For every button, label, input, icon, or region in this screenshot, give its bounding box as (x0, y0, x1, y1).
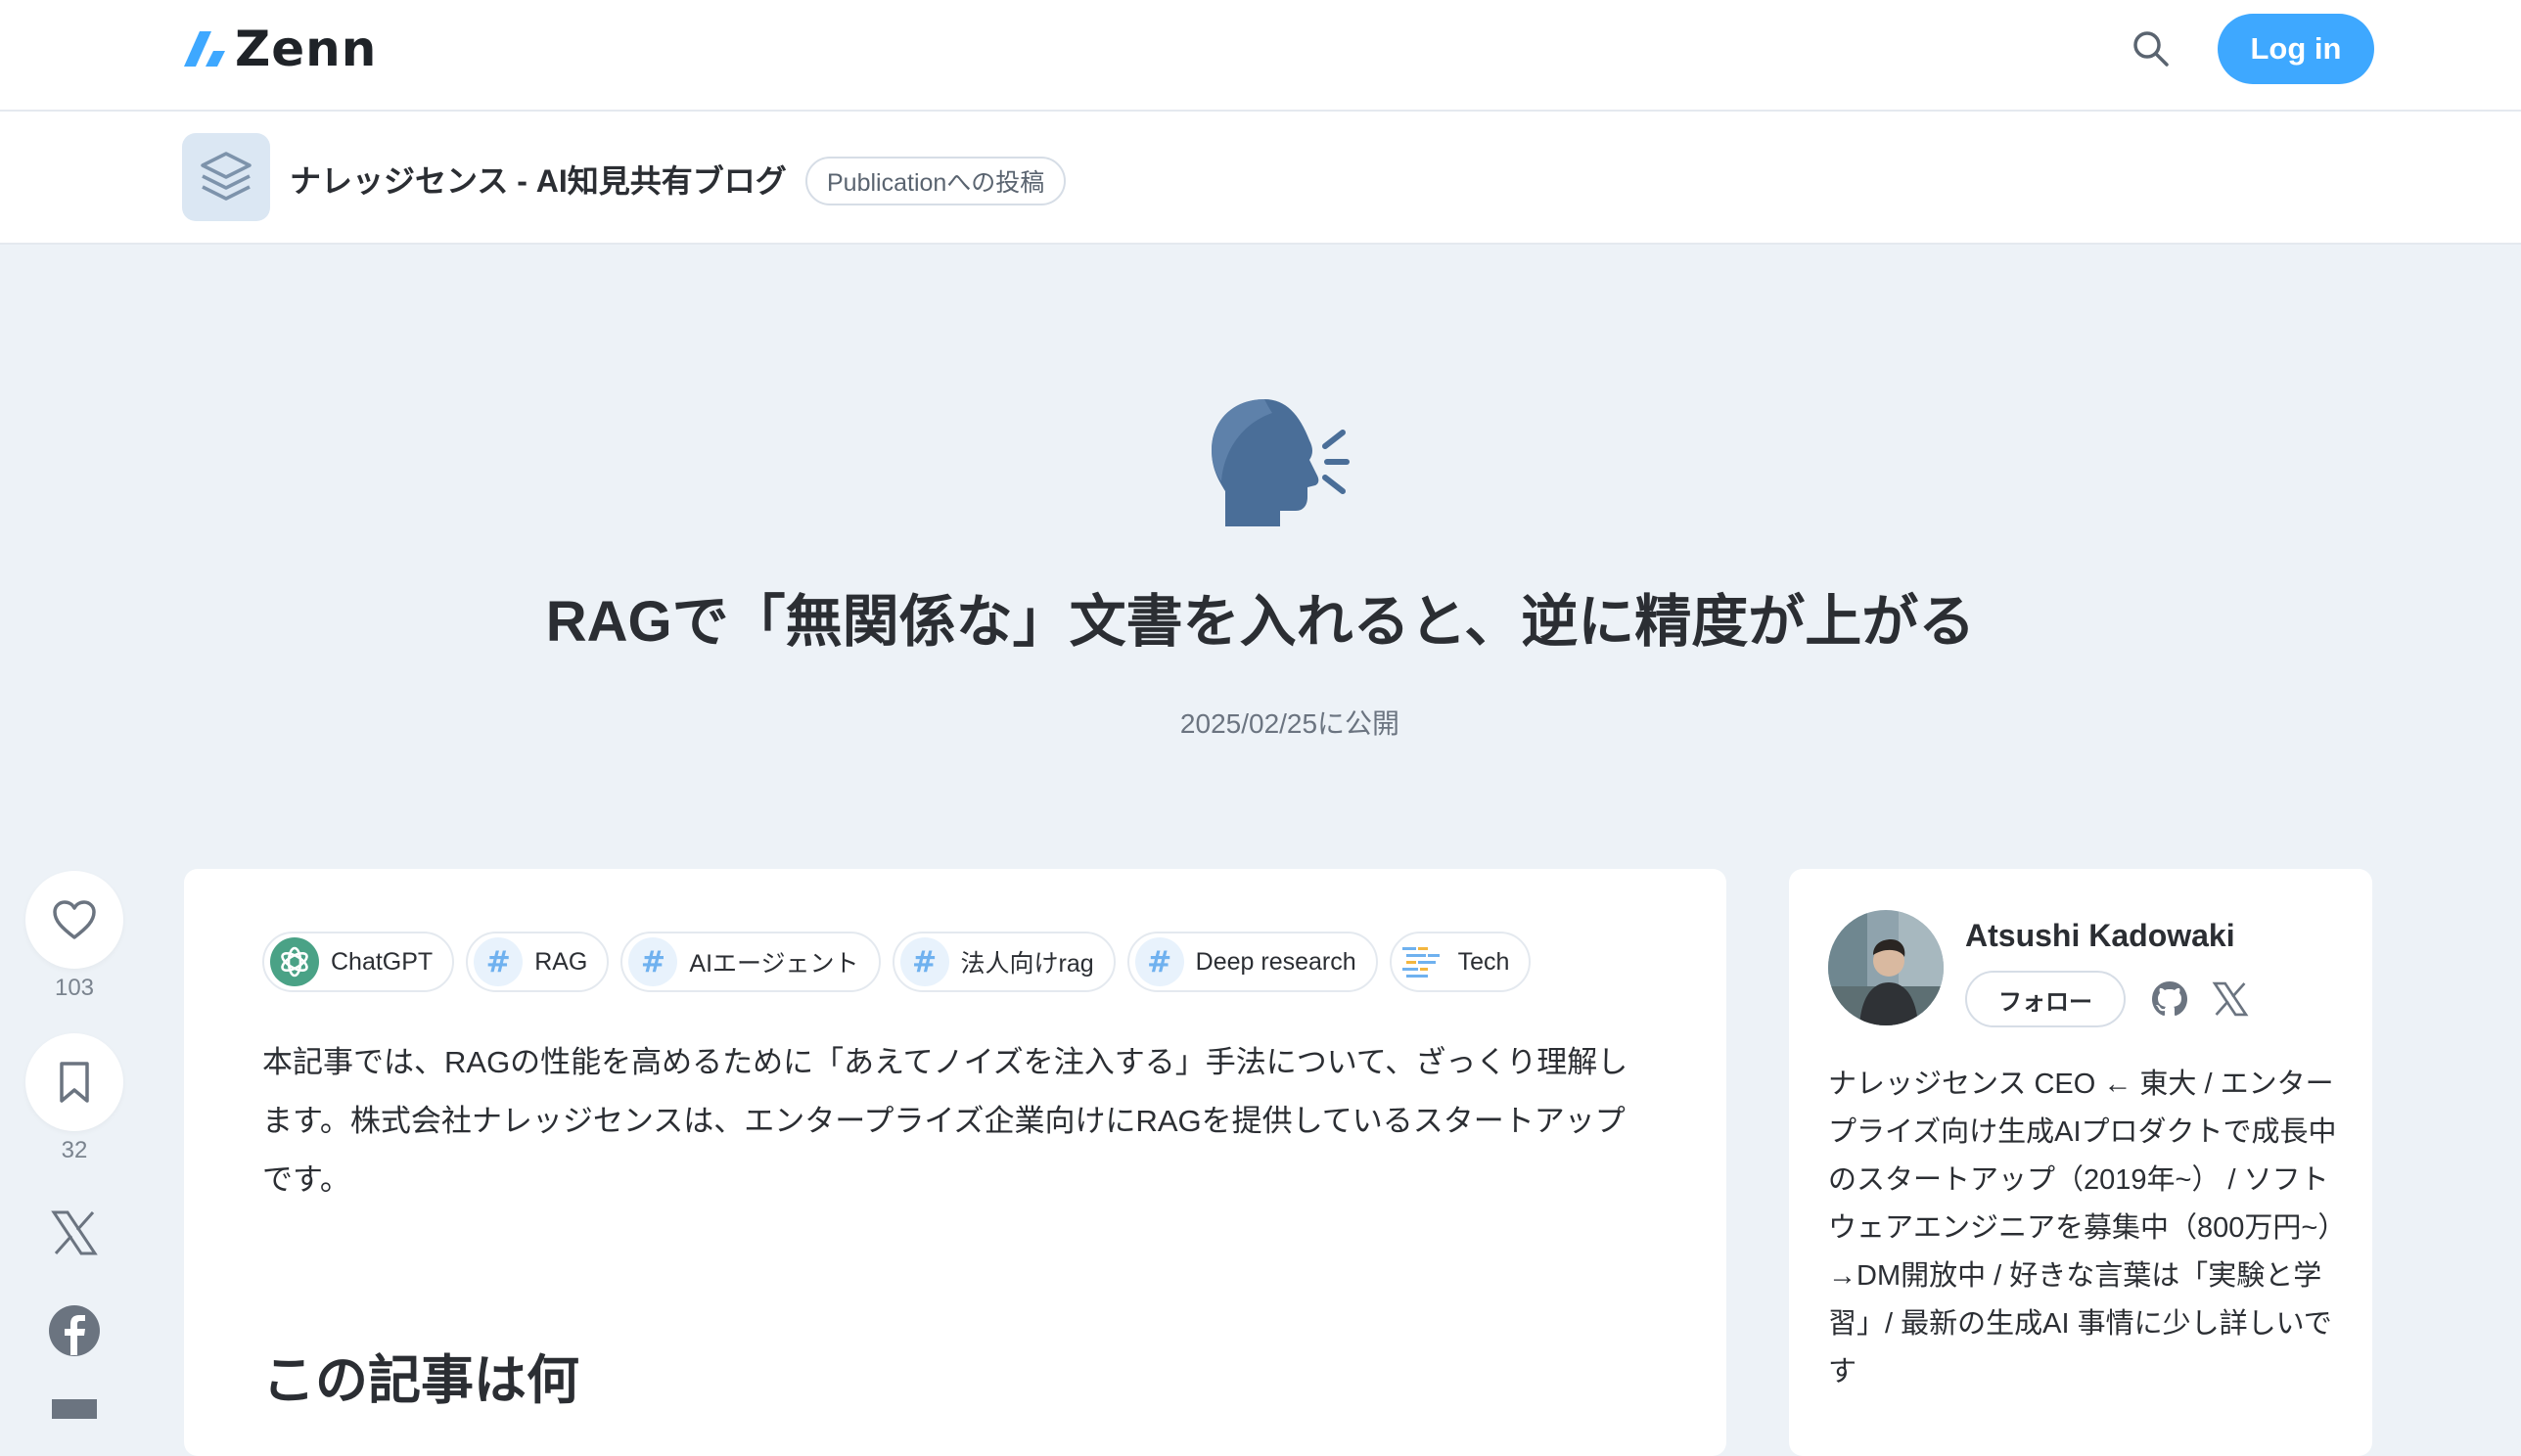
facebook-icon (49, 1305, 100, 1356)
author-bio: ナレッジセンス CEO ← 東大 / エンタープライズ向け生成AIプロダクトで成… (1828, 1069, 2347, 1388)
hash-icon: # (1134, 937, 1184, 986)
author-card: Atsushi Kadowaki フォロー ナレッジセンス CEO ← 東大 /… (1789, 869, 2372, 1456)
share-x-button[interactable] (45, 1204, 104, 1262)
zenn-logo-icon (184, 31, 225, 67)
article-body: ChatGPT # RAG # AIエージェント # 法人向けrag # Dee… (184, 869, 1726, 1456)
logo-text: Zenn (235, 21, 378, 77)
stacked-layers-icon (201, 152, 252, 201)
x-icon (2212, 981, 2249, 1017)
follow-button[interactable]: フォロー (1965, 971, 2126, 1027)
hash-icon: # (899, 937, 949, 986)
tag-deep-research[interactable]: # Deep research (1126, 932, 1378, 992)
tag-label: 法人向けrag (960, 950, 1094, 978)
publication-avatar[interactable] (182, 133, 270, 221)
bookmark-count: 32 (61, 1137, 88, 1163)
tag-label: ChatGPT (331, 947, 434, 976)
bookmark-button[interactable] (25, 1033, 123, 1131)
publication-badge: Publicationへの投稿 (805, 157, 1067, 205)
share-facebook-button[interactable] (45, 1301, 104, 1360)
tag-label: AIエージェント (689, 950, 859, 978)
zenn-logo[interactable]: Zenn (182, 21, 378, 77)
published-date: 2025/02/25に公開 (1179, 708, 1400, 739)
bookmark-icon (60, 1062, 89, 1103)
article-lead: 本記事では、RAGの性能を高めるために「あえてノイズを注入する」手法について、ざ… (262, 1045, 1628, 1197)
speaking-head-icon (1204, 395, 1351, 528)
tag-label: Tech (1457, 947, 1510, 976)
author-name[interactable]: Atsushi Kadowaki (1965, 918, 2235, 954)
like-count: 103 (54, 975, 95, 1001)
tag-ai-agent[interactable]: # AIエージェント (620, 932, 881, 992)
like-button[interactable] (25, 871, 123, 969)
avatar[interactable] (1828, 910, 1944, 1025)
tag-rag[interactable]: # RAG (466, 932, 610, 992)
hatena-icon (52, 1399, 97, 1419)
section-heading: この記事は何 (262, 1351, 579, 1410)
top-navbar: Zenn Log in (0, 0, 2521, 112)
tag-chatgpt[interactable]: ChatGPT (262, 932, 455, 992)
publication-bar: ナレッジセンス - AI知見共有ブログ Publicationへの投稿 (0, 112, 2521, 245)
search-button[interactable] (2130, 27, 2173, 70)
tech-icon (1398, 937, 1446, 986)
hash-icon: # (628, 937, 678, 986)
x-icon (51, 1210, 98, 1255)
hash-icon: # (474, 937, 524, 986)
publication-name[interactable]: ナレッジセンス - AI知見共有ブログ (290, 157, 787, 202)
tag-enterprise-rag[interactable]: # 法人向けrag (892, 932, 1116, 992)
heart-icon (53, 900, 96, 939)
tag-list: ChatGPT # RAG # AIエージェント # 法人向けrag # Dee… (262, 932, 1532, 992)
tag-tech[interactable]: Tech (1389, 932, 1532, 992)
github-icon (2152, 981, 2187, 1016)
tag-label: RAG (534, 947, 588, 976)
chatgpt-icon (270, 937, 319, 986)
search-icon (2133, 31, 2169, 67)
tag-label: Deep research (1195, 947, 1356, 976)
login-button[interactable]: Log in (2218, 14, 2374, 84)
article-title: RAGで「無関係な」文書を入れると、逆に精度が上がる (545, 590, 1976, 654)
author-github-link[interactable] (2147, 977, 2192, 1022)
author-x-link[interactable] (2208, 977, 2253, 1022)
share-hatena-button[interactable] (45, 1399, 104, 1419)
